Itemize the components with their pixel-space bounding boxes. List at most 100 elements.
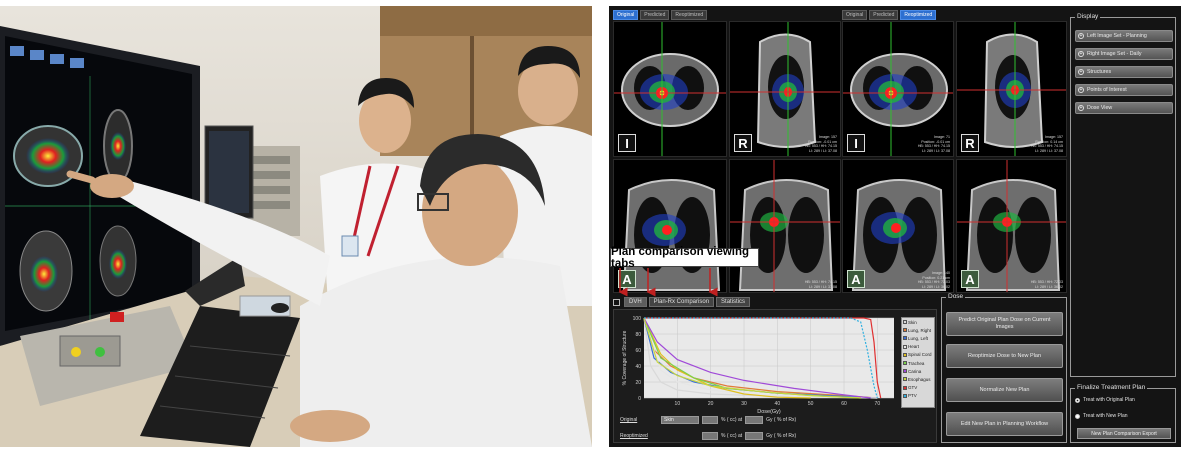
legend-item[interactable]: Lung, Right (902, 326, 934, 334)
image-metadata: Image: 140 Position: 0.21 cm HB: 553 / H… (917, 271, 950, 289)
legend-label: Spinal Cord (908, 352, 932, 358)
x-tick-label: 10 (675, 401, 681, 407)
points-of-interest-button[interactable]: + Points of Interest (1075, 84, 1173, 96)
photo-illustration (0, 6, 592, 447)
expand-icon: + (1078, 87, 1084, 93)
legend-item[interactable]: Carina (902, 367, 934, 375)
orientation-badge: R (734, 134, 752, 152)
legend-swatch (903, 336, 907, 341)
clinical-photo (0, 6, 592, 447)
legend-swatch (903, 320, 907, 325)
orientation-badge: I (847, 134, 865, 152)
volume-unit: % ( cc) at (721, 417, 743, 423)
annotation-arrows (618, 268, 718, 297)
x-tick-label: 70 (875, 401, 881, 407)
dvh-panel: 10 20 30 40 50 60 70 0 20 40 60 80 100 Dose(Gy) % Cove… (613, 309, 937, 443)
legend-label: PTV (908, 393, 917, 399)
left-axial-view[interactable]: I (613, 21, 727, 157)
legend-swatch (903, 377, 907, 382)
finalize-treatment-panel: Finalize Treatment Plan Treat with Origi… (1070, 384, 1176, 443)
right-sagittal-view[interactable]: R Image: 157 Position: 0.14 cm HB: 553 /… (956, 21, 1067, 157)
volume-unit: % ( cc) at (721, 433, 743, 439)
y-tick-label: 100 (633, 316, 642, 322)
right-image-set-button[interactable]: + Right Image Set - Daily (1075, 48, 1173, 60)
y-tick-label: 0 (638, 396, 641, 402)
legend-item[interactable]: Trachea (902, 359, 934, 367)
legend-label: Esophagus (908, 376, 931, 382)
volume-input[interactable] (702, 416, 718, 424)
orientation-badge: A (961, 270, 979, 288)
dose-input[interactable] (745, 432, 764, 440)
reoptimized-dose-row: Reoptimized % ( cc) at Gy ( % of Rx) (620, 432, 796, 440)
expand-icon: + (1078, 105, 1084, 111)
legend-label: GTV (908, 385, 918, 391)
dose-input[interactable] (745, 416, 764, 424)
display-panel-title: Display (1075, 13, 1101, 20)
treat-new-option[interactable]: Treat with New Plan (1075, 413, 1128, 419)
x-tick-label: 60 (841, 401, 847, 407)
expand-icon: + (1078, 69, 1084, 75)
x-tick-label: 40 (775, 401, 781, 407)
edit-plan-button[interactable]: Edit New Plan in Planning Workflow (946, 412, 1063, 436)
legend-item[interactable]: Esophagus (902, 375, 934, 383)
right-axial-view[interactable]: I Image: 71 Position: -0.01 cm HB: 553 /… (842, 21, 954, 157)
legend-item[interactable]: Lung, Left (902, 334, 934, 342)
orientation-badge: A (847, 270, 865, 288)
image-metadata: Image: 71 Position: -0.01 cm HB: 553 / H… (917, 135, 950, 153)
dose-unit: Gy ( % of Rx) (766, 433, 797, 439)
y-tick-label: 80 (635, 332, 641, 338)
normalize-plan-button[interactable]: Normalize New Plan (946, 378, 1063, 402)
legend-item[interactable]: PTV (902, 392, 934, 400)
legend-item[interactable]: Spinal Cord (902, 351, 934, 359)
structure-select[interactable]: Skin (661, 416, 699, 424)
left-original-button[interactable]: Original (613, 10, 639, 20)
dose-panel: Dose Predict Original Plan Dose on Curre… (941, 293, 1067, 443)
original-row-label: Original (620, 417, 638, 423)
legend-swatch (903, 361, 907, 366)
x-tick-label: 20 (708, 401, 714, 407)
left-sagittal-view[interactable]: R Image: 157 Position: -0.01 cm HB: 553 … (729, 21, 841, 157)
radio-selected-icon[interactable] (1075, 397, 1080, 403)
right-original-button[interactable]: Original (842, 10, 868, 20)
dose-panel-title: Dose (946, 293, 966, 300)
treat-original-option[interactable]: Treat with Original Plan (1075, 397, 1135, 403)
predict-original-dose-button[interactable]: Predict Original Plan Dose on Current Im… (946, 312, 1063, 336)
dose-view-button[interactable]: + Dose View (1075, 102, 1173, 114)
volume-input[interactable] (702, 432, 718, 440)
radio-icon[interactable] (1075, 413, 1080, 419)
legend-swatch (903, 393, 907, 398)
right-predicted-button[interactable]: Predicted (869, 10, 899, 20)
image-metadata: Image: 157 Position: 0.14 cm HB: 553 / H… (1030, 135, 1063, 153)
plan-comparison-export-button[interactable]: New Plan Comparison Export (1077, 428, 1171, 439)
legend-label: Lung, Right (908, 327, 932, 333)
legend-item[interactable]: Skin (902, 318, 934, 326)
orientation-badge: I (618, 134, 636, 152)
left-predicted-button[interactable]: Predicted (640, 10, 670, 20)
plot-area (644, 318, 894, 398)
left-coronal-view-2[interactable]: HB: 553 / HH: 74.15 LI: 289 / LI: 37.08 (729, 159, 841, 293)
image-metadata: HB: 553 / HH: 72.03 LI: 289 / LI: 36.02 (1030, 280, 1063, 289)
y-tick-label: 40 (635, 364, 641, 370)
original-dose-row: Original Skin % ( cc) at Gy ( % of Rx) (620, 416, 796, 424)
legend-swatch (903, 328, 907, 333)
display-panel: Display + Left Image Set - Planning + Righ… (1070, 13, 1176, 377)
legend-swatch (903, 385, 907, 390)
legend-item[interactable]: Heart (902, 343, 934, 351)
structure-legend: Skin Lung, Right Lung, Left Heart Spinal Cor… (901, 317, 935, 408)
left-image-set-button[interactable]: + Left Image Set - Planning (1075, 30, 1173, 42)
y-tick-label: 60 (635, 348, 641, 354)
image-metadata: HB: 553 / HH: 74.15 LI: 289 / LI: 37.08 (804, 280, 837, 289)
right-reoptimized-button[interactable]: Reoptimized (900, 10, 937, 20)
reoptimize-dose-button[interactable]: Reoptimize Dose to New Plan (946, 344, 1063, 368)
legend-item[interactable]: GTV (902, 384, 934, 392)
right-coronal-view[interactable]: A Image: 140 Position: 0.21 cm HB: 553 /… (842, 159, 954, 293)
legend-label: Carina (908, 368, 922, 374)
y-tick-label: 20 (635, 380, 641, 386)
right-coronal-view-2[interactable]: A HB: 553 / HH: 72.03 LI: 289 / LI: 36.0… (956, 159, 1067, 293)
left-reoptimized-button[interactable]: Reoptimized (671, 10, 708, 20)
plan-comparison-app: Original Predicted Reoptimized Original … (609, 6, 1181, 447)
expand-icon: + (1078, 33, 1084, 39)
legend-label: Skin (908, 319, 917, 325)
x-tick-label: 50 (808, 401, 814, 407)
structures-button[interactable]: + Structures (1075, 66, 1173, 78)
